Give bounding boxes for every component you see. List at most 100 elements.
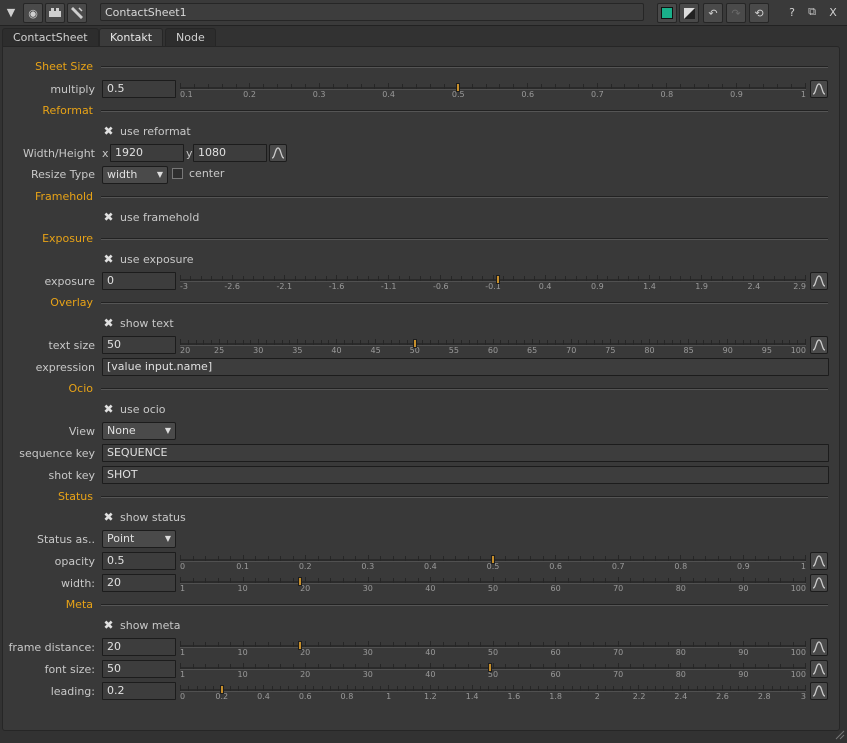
text-size-slider[interactable]: 20 25 30 35 40 45 50 55 60 65 70 75 80 85 90 95 100 bbox=[180, 336, 806, 356]
slider-handle[interactable] bbox=[298, 577, 303, 586]
opacity-input[interactable]: 0.5 bbox=[102, 552, 176, 570]
shot-key-input[interactable]: SHOT bbox=[102, 466, 829, 484]
curve-icon[interactable] bbox=[810, 574, 828, 592]
exposure-input[interactable]: 0 bbox=[102, 272, 176, 290]
use-exposure-checkbox[interactable]: ✖ bbox=[103, 253, 114, 265]
slider-tick bbox=[471, 276, 473, 281]
use-reformat-checkbox[interactable]: ✖ bbox=[103, 125, 114, 137]
curve-icon[interactable] bbox=[269, 144, 287, 162]
slider-tick bbox=[605, 642, 606, 647]
show-meta-checkbox[interactable]: ✖ bbox=[103, 619, 114, 631]
multiply-slider[interactable]: 0.1 0.2 0.3 0.4 0.5 0.6 0.7 0.8 0.9 1 bbox=[180, 80, 806, 100]
close-icon[interactable]: X bbox=[824, 3, 842, 21]
slider-handle[interactable] bbox=[219, 685, 224, 694]
leading-input[interactable]: 0.2 bbox=[102, 682, 176, 700]
slider-tick bbox=[539, 340, 541, 345]
tab-contactsheet[interactable]: ContactSheet bbox=[2, 28, 99, 47]
slider-tick-label: 100 bbox=[790, 346, 806, 355]
redo-icon[interactable]: ↷ bbox=[726, 3, 746, 23]
resize-type-dropdown[interactable]: width ▼ bbox=[102, 166, 168, 184]
frame-distance-input[interactable]: 20 bbox=[102, 638, 176, 656]
status-width-input[interactable]: 20 bbox=[102, 574, 176, 592]
multiply-input[interactable]: 0.5 bbox=[102, 80, 176, 98]
slider-tick bbox=[480, 664, 481, 669]
resize-grip-icon[interactable] bbox=[835, 730, 845, 740]
color-swatch-icon[interactable] bbox=[657, 3, 677, 23]
slider-tick bbox=[405, 556, 406, 561]
slider-tick bbox=[221, 84, 223, 89]
width-input[interactable]: 1920 bbox=[110, 144, 184, 162]
curve-icon[interactable] bbox=[810, 682, 828, 700]
slider-handle[interactable] bbox=[456, 83, 461, 92]
slider-tick bbox=[755, 642, 756, 647]
node-name-input[interactable]: ContactSheet1 bbox=[100, 3, 644, 21]
show-status-checkbox[interactable]: ✖ bbox=[103, 511, 114, 523]
slider-tick bbox=[328, 340, 330, 345]
frame-distance-slider[interactable]: 1 10 20 30 40 50 60 70 80 90 100 bbox=[180, 638, 806, 658]
slider-tick bbox=[730, 578, 731, 583]
height-input[interactable]: 1080 bbox=[193, 144, 267, 162]
slider-tick bbox=[617, 340, 619, 345]
leading-slider[interactable]: 0 0.2 0.4 0.6 0.8 1 1.2 1.4 1.6 1.8 2 2.2 2.4 2.6 2.8 3 bbox=[180, 682, 806, 702]
slider-tick bbox=[367, 641, 369, 647]
slider-tick bbox=[471, 84, 473, 89]
slider-tick bbox=[190, 276, 192, 281]
curve-icon[interactable] bbox=[810, 336, 828, 354]
slider-handle[interactable] bbox=[298, 641, 303, 650]
viewer-icon[interactable]: ◉ bbox=[23, 3, 43, 23]
use-framehold-checkbox[interactable]: ✖ bbox=[103, 211, 114, 223]
collapse-icon[interactable]: ▼ bbox=[2, 3, 20, 21]
sequence-key-input[interactable]: SEQUENCE bbox=[102, 444, 829, 462]
slider-handle[interactable] bbox=[491, 555, 495, 564]
show-text-checkbox[interactable]: ✖ bbox=[103, 317, 114, 329]
status-as-dropdown[interactable]: Point ▼ bbox=[102, 530, 176, 548]
monochrome-icon[interactable] bbox=[679, 3, 699, 23]
slider-tick bbox=[508, 340, 510, 345]
slider-tick bbox=[711, 340, 713, 345]
help-icon[interactable]: ? bbox=[783, 3, 801, 21]
slider-tick bbox=[667, 578, 669, 583]
tab-kontakt[interactable]: Kontakt bbox=[99, 28, 164, 47]
font-size-slider[interactable]: 1 10 20 30 40 50 60 70 80 90 100 bbox=[180, 660, 806, 680]
revert-icon[interactable]: ⟲ bbox=[749, 3, 769, 23]
slider-tick-label: 95 bbox=[761, 346, 772, 355]
slider-tick bbox=[317, 642, 319, 647]
status-width-slider[interactable]: 1 10 20 30 40 50 60 70 80 90 100 bbox=[180, 574, 806, 594]
slider-tick bbox=[580, 664, 581, 669]
exposure-slider[interactable]: -3 -2.6 -2.1 -1.6 -1.1 -0.6 -0.1 0.4 0.9 1.4 1.9 2.… bbox=[180, 272, 806, 292]
center-checkbox[interactable] bbox=[172, 168, 183, 179]
curve-icon[interactable] bbox=[810, 638, 828, 656]
slider-tick bbox=[280, 664, 281, 669]
font-size-input[interactable]: 50 bbox=[102, 660, 176, 678]
slider-tick bbox=[392, 664, 394, 669]
slider-tick bbox=[246, 686, 248, 691]
curve-icon[interactable] bbox=[810, 272, 828, 290]
float-icon[interactable]: ⧉ bbox=[803, 3, 821, 21]
slider-tick bbox=[592, 664, 594, 669]
view-dropdown[interactable]: None ▼ bbox=[102, 422, 176, 440]
wrench-icon[interactable] bbox=[67, 3, 87, 23]
slider-tick bbox=[380, 664, 381, 669]
slider-tick bbox=[555, 663, 556, 669]
slider-handle[interactable] bbox=[487, 663, 492, 672]
curve-icon[interactable] bbox=[810, 80, 828, 98]
tab-node[interactable]: Node bbox=[165, 28, 216, 47]
slider-tick bbox=[627, 276, 629, 281]
curve-icon[interactable] bbox=[810, 552, 828, 570]
slider-tick bbox=[742, 555, 744, 561]
slider-tick bbox=[652, 84, 654, 89]
slider-tick bbox=[255, 664, 256, 669]
use-ocio-checkbox[interactable]: ✖ bbox=[103, 403, 114, 415]
use-framehold-label: use framehold bbox=[120, 211, 200, 224]
expression-input[interactable]: [value input.name] bbox=[102, 358, 829, 376]
camera-icon[interactable] bbox=[45, 3, 65, 23]
slider-handle[interactable] bbox=[496, 275, 501, 284]
opacity-slider[interactable]: 0 0.1 0.2 0.3 0.4 0.5 0.6 0.7 0.8 0.9 1 bbox=[180, 552, 806, 572]
slider-tick-label: 0.1 bbox=[180, 90, 193, 99]
slider-tick bbox=[446, 686, 448, 691]
slider-handle[interactable] bbox=[412, 339, 417, 348]
curve-icon[interactable] bbox=[810, 660, 828, 678]
slider-tick bbox=[586, 340, 588, 345]
text-size-input[interactable]: 50 bbox=[102, 336, 176, 354]
undo-icon[interactable]: ↶ bbox=[703, 3, 723, 23]
